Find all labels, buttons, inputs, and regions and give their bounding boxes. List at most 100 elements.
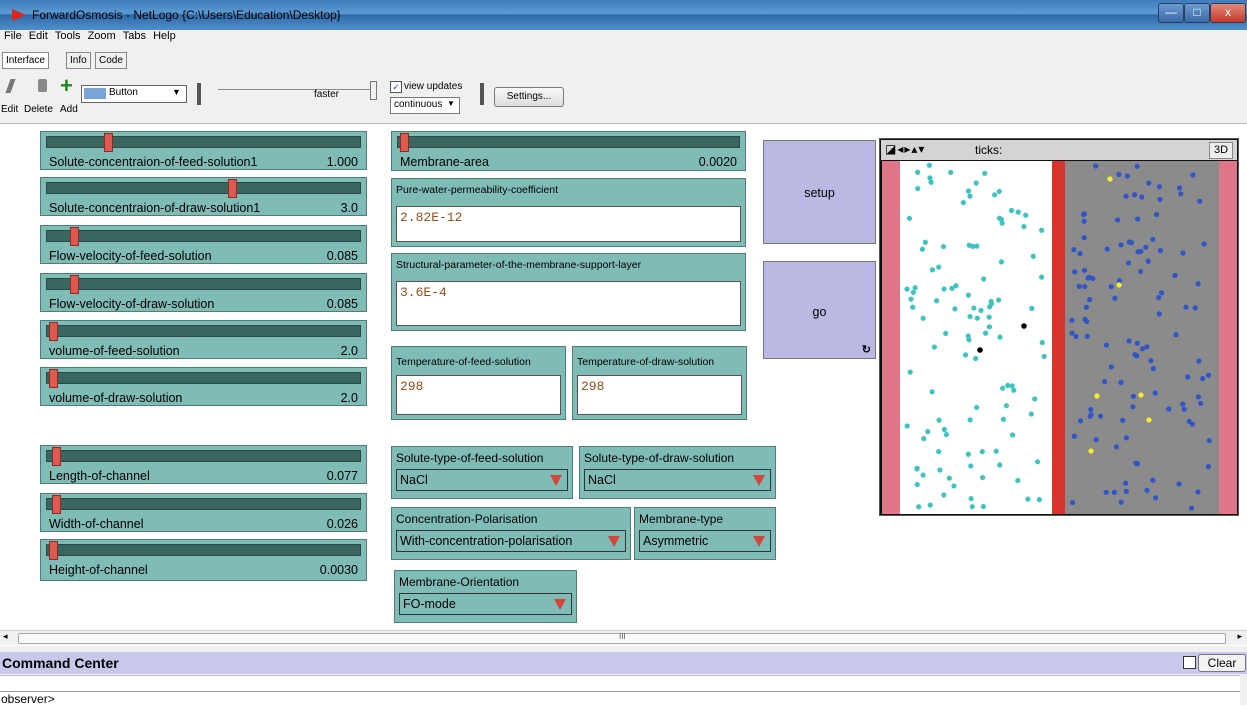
slider-knob[interactable] — [227, 179, 237, 198]
menu-tabs[interactable]: Tabs — [123, 30, 146, 42]
temperature-feed-field[interactable]: 298 — [396, 375, 561, 415]
slider-feed-concentration[interactable]: Solute-concentraion-of-feed-solution1 1.… — [40, 131, 367, 170]
slider-draw-concentration[interactable]: Solute-concentraion-of-draw-solution1 3.… — [40, 177, 367, 216]
setup-button[interactable]: setup — [763, 140, 876, 244]
chooser-membrane-orientation[interactable]: Membrane-Orientation FO-mode — [394, 570, 577, 623]
slider-knob[interactable] — [49, 541, 58, 560]
chooser-concentration-polarisation[interactable]: Concentration-Polarisation With-concentr… — [391, 507, 631, 560]
feed-particle — [1029, 305, 1035, 312]
slider-volume-feed[interactable]: volume-of-feed-solution 2.0 — [40, 320, 367, 359]
draw-particle — [1077, 250, 1083, 257]
scrollbar-thumb[interactable]: III — [18, 632, 1226, 644]
feed-particle — [992, 192, 998, 198]
feed-particle — [967, 313, 973, 320]
chooser-label: Solute-type-of-draw-solution — [584, 451, 735, 465]
edit-button[interactable]: Edit — [1, 104, 18, 115]
membrane — [1052, 161, 1065, 514]
3d-button[interactable]: 3D — [1209, 142, 1233, 159]
chooser-select[interactable]: With-concentration-polarisation — [396, 530, 626, 552]
chevron-down-icon: ▼ — [172, 87, 181, 97]
slider-label: Height-of-channel — [49, 563, 148, 577]
slider-knob[interactable] — [49, 369, 58, 388]
feed-particle — [997, 462, 1003, 468]
input-structural-parameter: Structural-parameter-of-the-membrane-sup… — [391, 253, 746, 331]
view-updates-checkbox[interactable]: ✓ — [390, 81, 402, 93]
horizontal-scrollbar[interactable]: ◂ III ▸ — [0, 630, 1247, 645]
feed-particle — [979, 449, 985, 455]
slider-membrane-area[interactable]: Membrane-area 0.0020 — [391, 131, 746, 171]
feed-particle — [1005, 382, 1011, 389]
chooser-select[interactable]: FO-mode — [399, 593, 572, 615]
draw-particle — [1123, 488, 1129, 494]
slider-flow-velocity-draw[interactable]: Flow-velocity-of-draw-solution 0.085 — [40, 273, 367, 312]
input-label: Temperature-of-feed-solution — [396, 356, 531, 368]
go-button[interactable]: go ↻ — [763, 261, 876, 359]
menu-file[interactable]: File — [4, 30, 22, 42]
draw-particle — [1148, 358, 1154, 364]
feed-particle — [910, 304, 916, 310]
command-input-row[interactable]: observer> — [0, 691, 1240, 706]
slider-knob[interactable] — [52, 447, 62, 466]
draw-particle — [1156, 294, 1162, 301]
speed-slider-handle[interactable] — [370, 81, 377, 100]
feed-particle — [929, 267, 936, 273]
chooser-membrane-type[interactable]: Membrane-type Asymmetric — [634, 507, 776, 560]
draw-particle — [1152, 390, 1158, 396]
draw-particle — [1172, 272, 1178, 278]
minimize-button[interactable]: — — [1158, 3, 1184, 23]
maximize-button[interactable]: □ — [1184, 3, 1210, 23]
world-view[interactable] — [882, 161, 1237, 514]
chooser-select[interactable]: NaCl — [396, 469, 568, 491]
chooser-select[interactable]: NaCl — [584, 469, 771, 491]
scroll-right-icon[interactable]: ▸ — [1237, 631, 1242, 642]
settings-button[interactable]: Settings... — [494, 87, 564, 107]
draw-particle — [1130, 393, 1137, 399]
slider-flow-velocity-feed[interactable]: Flow-velocity-of-feed-solution 0.085 — [40, 225, 367, 264]
popout-icon[interactable] — [1183, 656, 1196, 669]
go-label: go — [812, 305, 827, 319]
draw-particle — [1083, 304, 1090, 310]
slider-knob[interactable] — [70, 227, 80, 246]
slider-value: 2.0 — [340, 391, 358, 405]
scroll-left-icon[interactable]: ◂ — [3, 631, 8, 642]
widget-type-select[interactable]: Button ▼ — [81, 85, 187, 103]
slider-width-channel[interactable]: Width-of-channel 0.026 — [40, 493, 367, 532]
delete-button[interactable]: Delete — [24, 104, 53, 115]
temperature-draw-field[interactable]: 298 — [577, 375, 742, 415]
tab-info[interactable]: Info — [66, 52, 91, 69]
slider-knob[interactable] — [52, 495, 62, 514]
add-button[interactable]: Add — [60, 104, 78, 115]
slider-volume-draw[interactable]: volume-of-draw-solution 2.0 — [40, 367, 367, 406]
close-button[interactable]: x — [1210, 3, 1246, 23]
feed-particle — [997, 334, 1003, 340]
slider-knob[interactable] — [103, 133, 113, 152]
chooser-select[interactable]: Asymmetric — [639, 530, 771, 552]
menu-zoom[interactable]: Zoom — [88, 30, 116, 42]
clear-button[interactable]: Clear — [1198, 654, 1246, 672]
menu-edit[interactable]: Edit — [29, 30, 48, 42]
tab-code[interactable]: Code — [95, 52, 127, 69]
draw-particle — [1139, 346, 1146, 352]
chooser-draw-solute-type[interactable]: Solute-type-of-draw-solution NaCl — [579, 446, 776, 499]
feed-particle — [904, 423, 910, 429]
setup-label: setup — [804, 186, 835, 200]
view-size-arrows-icon[interactable]: ◪◂▸▴▾ — [885, 142, 925, 156]
slider-knob[interactable] — [49, 322, 58, 341]
speed-slider-track[interactable] — [218, 89, 373, 90]
slider-length-channel[interactable]: Length-of-channel 0.077 — [40, 445, 367, 484]
menu-tools[interactable]: Tools — [55, 30, 81, 42]
input-temperature-feed: Temperature-of-feed-solution 298 — [391, 346, 566, 420]
slider-knob[interactable] — [400, 133, 409, 152]
update-mode-select[interactable]: continuous ▼ — [390, 97, 460, 114]
structural-parameter-field[interactable]: 3.6E-4 — [396, 281, 741, 326]
permeability-field[interactable]: 2.82E-12 — [396, 206, 741, 242]
draw-particle — [1114, 217, 1121, 223]
slider-height-channel[interactable]: Height-of-channel 0.0030 — [40, 539, 367, 581]
feed-particle — [1021, 223, 1027, 230]
slider-knob[interactable] — [70, 275, 80, 294]
tab-interface[interactable]: Interface — [2, 52, 49, 69]
feed-particle — [912, 285, 918, 291]
chooser-feed-solute-type[interactable]: Solute-type-of-feed-solution NaCl — [391, 446, 573, 499]
menu-help[interactable]: Help — [153, 30, 176, 42]
slider-track — [46, 230, 361, 242]
